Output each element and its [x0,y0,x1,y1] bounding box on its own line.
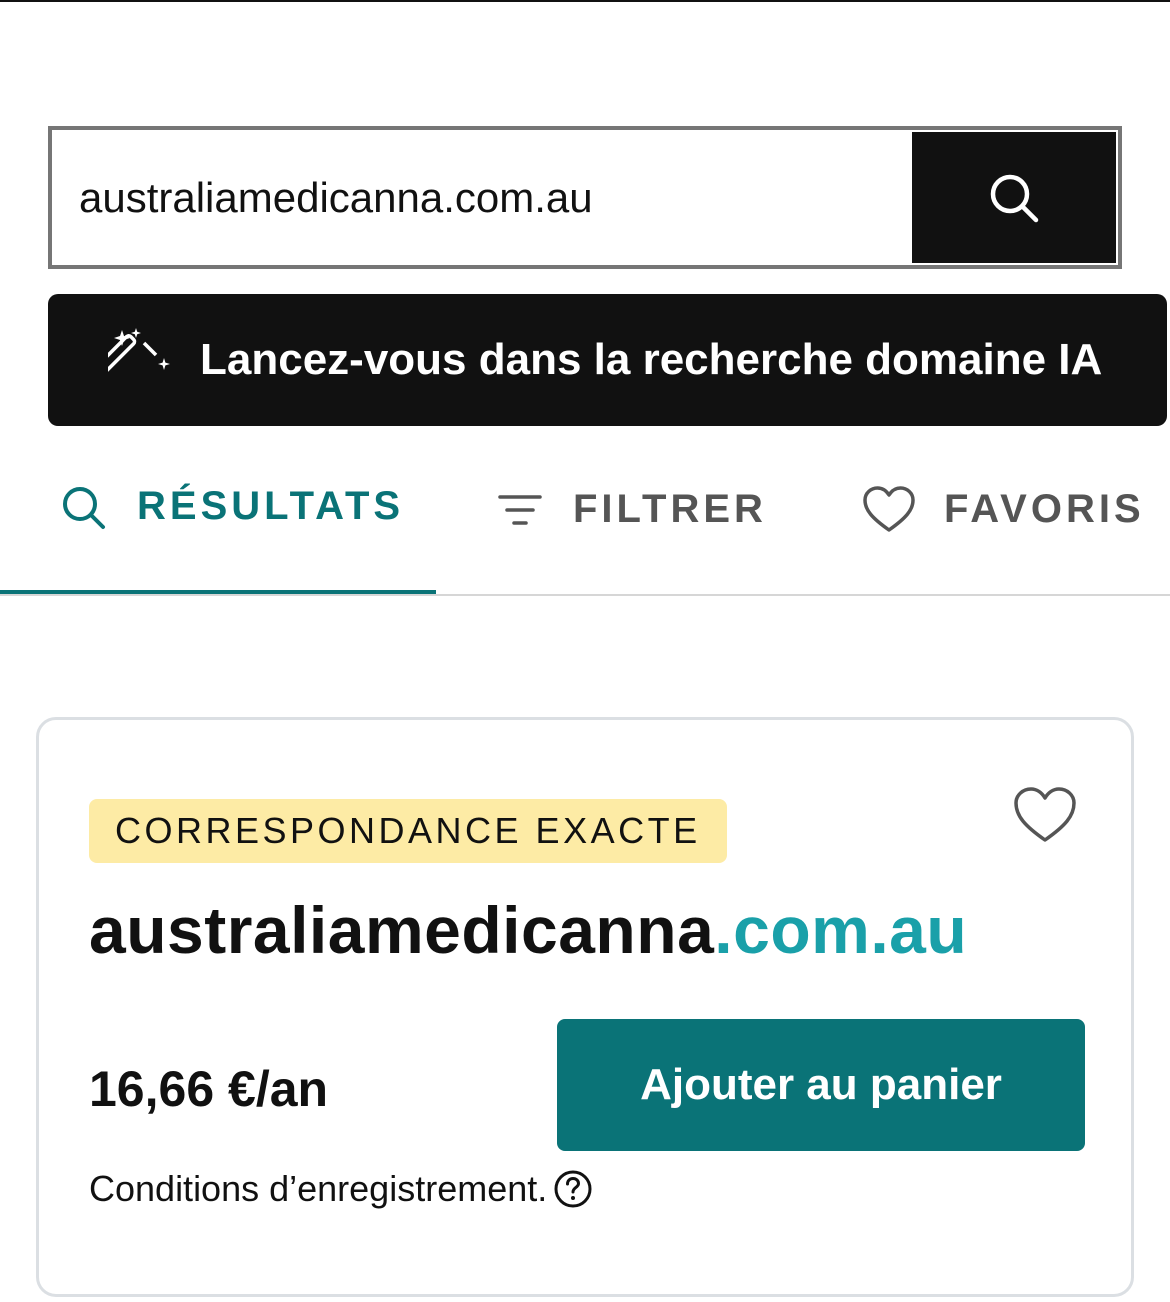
search-button[interactable] [912,132,1116,263]
results-tabs: RÉSULTATS FILTRER FAVORIS [0,440,1170,596]
domain-tld: .com.au [714,893,968,967]
registration-terms-label: Conditions d’enregistrement. [89,1168,548,1209]
add-to-favorites-button[interactable] [1013,786,1077,846]
heart-icon [1014,787,1076,842]
search-icon [990,174,1039,222]
search-icon [63,487,105,529]
ai-domain-search-button[interactable]: Lancez-vous dans la recherche domaine IA [48,294,1167,426]
tab-favorites-label: FAVORIS [944,487,1145,531]
domain-name: australiamedicanna.com.au [89,892,967,968]
tab-results[interactable]: RÉSULTATS [0,440,436,596]
domain-search-input[interactable] [52,130,912,265]
tab-results-label: RÉSULTATS [137,484,405,528]
domain-price: 16,66 €/an [89,1061,329,1117]
domain-sld: australiamedicanna [89,893,715,967]
heart-icon [863,486,915,532]
active-tab-indicator [0,590,436,594]
domain-result-card: CORRESPONDANCE EXACTE australiamedicanna… [36,717,1134,1297]
tab-filter-label: FILTRER [573,487,767,531]
tab-filter[interactable]: FILTRER [436,440,806,596]
magic-wand-icon [108,328,170,375]
tab-favorites[interactable]: FAVORIS [806,440,1170,596]
question-circle-icon [554,1170,592,1208]
add-to-cart-button[interactable]: Ajouter au panier [557,1019,1085,1151]
registration-terms: Conditions d’enregistrement. [89,1168,593,1210]
ai-banner-label: Lancez-vous dans la recherche domaine IA [200,335,1103,384]
top-divider [0,0,1170,2]
filter-icon [498,495,542,525]
registration-terms-help-button[interactable] [553,1169,593,1209]
exact-match-badge: CORRESPONDANCE EXACTE [89,799,727,863]
domain-search-bar [48,126,1122,269]
